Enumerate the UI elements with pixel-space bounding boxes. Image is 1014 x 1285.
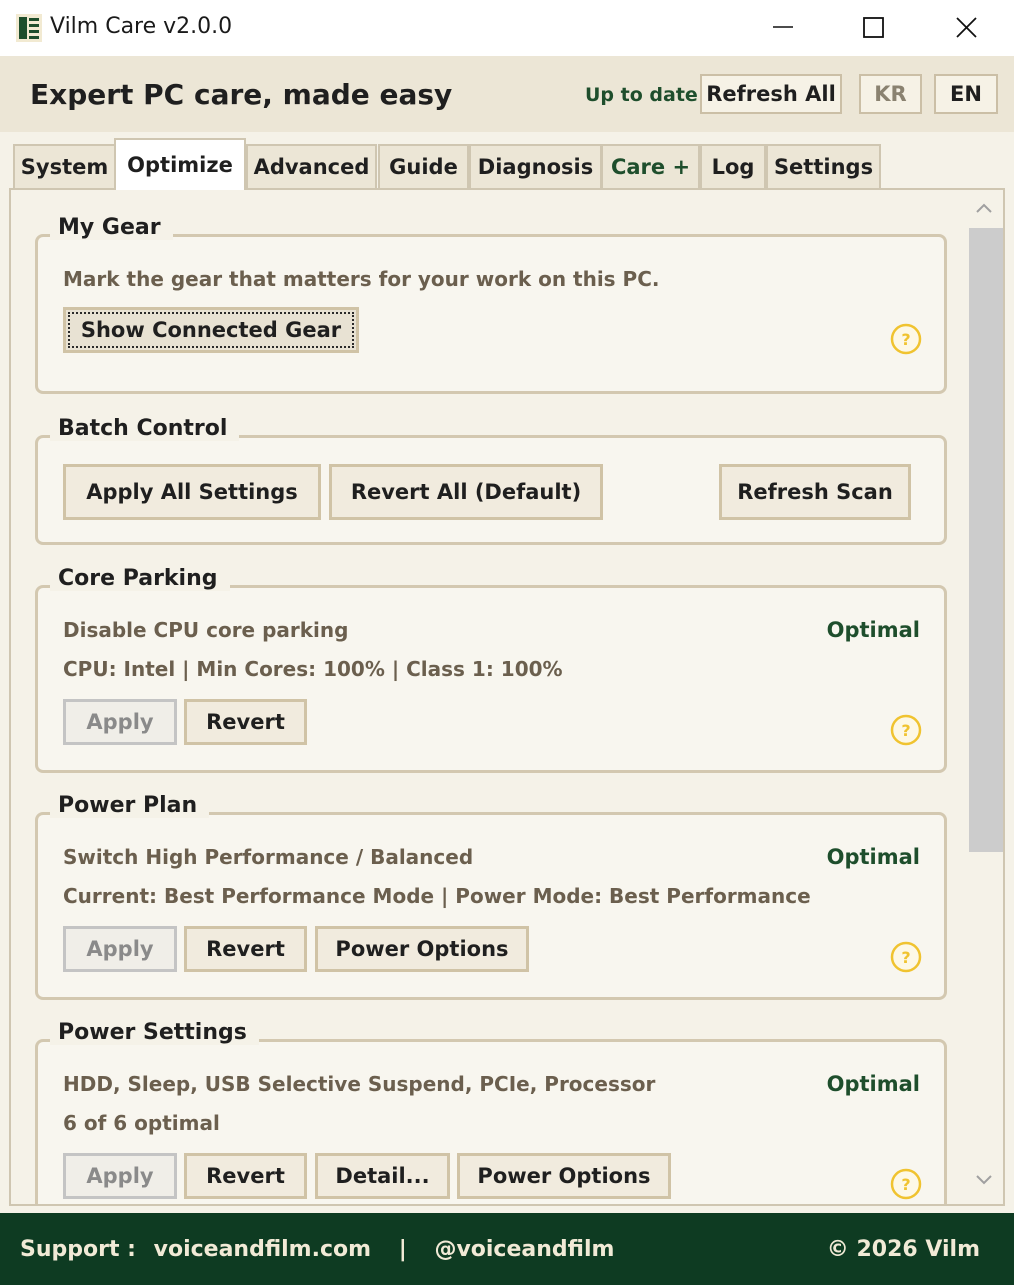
support-label: Support :: [20, 1237, 136, 1262]
show-connected-gear-button[interactable]: Show Connected Gear: [63, 307, 359, 353]
footer-separator: |: [398, 1237, 407, 1262]
scrollbar-thumb[interactable]: [969, 228, 1003, 852]
maximize-icon[interactable]: [854, 10, 894, 46]
apply-button[interactable]: Apply: [63, 926, 177, 972]
core-parking-detail: CPU: Intel | Min Cores: 100% | Class 1: …: [63, 657, 563, 681]
power-settings-description: HDD, Sleep, USB Selective Suspend, PCIe,…: [63, 1072, 656, 1096]
status-badge: Optimal: [826, 1072, 920, 1096]
tab-settings[interactable]: Settings: [766, 144, 881, 188]
revert-button[interactable]: Revert: [184, 926, 307, 972]
tab-log[interactable]: Log: [700, 144, 766, 188]
my-gear-description: Mark the gear that matters for your work…: [63, 267, 660, 291]
lang-en-button[interactable]: EN: [934, 74, 998, 114]
svg-text:?: ?: [901, 330, 910, 349]
minimize-icon[interactable]: [763, 10, 803, 46]
power-settings-group: Power Settings HDD, Sleep, USB Selective…: [35, 1020, 947, 1204]
tab-diagnosis[interactable]: Diagnosis: [469, 144, 602, 188]
core-parking-group: Core Parking Disable CPU core parking Op…: [35, 566, 947, 773]
group-title: Power Settings: [50, 1020, 259, 1045]
group-title: My Gear: [50, 215, 173, 240]
support-info: Support : voiceandfilm.com | @voiceandfi…: [20, 1237, 614, 1262]
header-bar: Expert PC care, made easy Up to date Ref…: [0, 56, 1014, 132]
close-icon[interactable]: [946, 10, 986, 46]
apply-button[interactable]: Apply: [63, 699, 177, 745]
svg-text:?: ?: [901, 721, 910, 740]
tagline: Expert PC care, made easy: [30, 78, 453, 111]
status-badge: Optimal: [826, 845, 920, 869]
power-plan-group: Power Plan Switch High Performance / Bal…: [35, 793, 947, 1000]
status-badge: Optimal: [826, 618, 920, 642]
help-icon[interactable]: ?: [890, 941, 922, 973]
refresh-scan-button[interactable]: Refresh Scan: [719, 464, 911, 520]
tab-guide[interactable]: Guide: [378, 144, 469, 188]
tab-advanced[interactable]: Advanced: [246, 144, 377, 188]
apply-all-settings-button[interactable]: Apply All Settings: [63, 464, 321, 520]
group-title: Power Plan: [50, 793, 210, 818]
help-icon[interactable]: ?: [890, 323, 922, 355]
website-link[interactable]: voiceandfilm.com: [154, 1237, 371, 1262]
help-icon[interactable]: ?: [890, 714, 922, 746]
chevron-up-icon[interactable]: [973, 200, 995, 216]
svg-text:?: ?: [901, 1175, 910, 1194]
update-status: Up to date: [585, 84, 698, 106]
apply-button[interactable]: Apply: [63, 1153, 177, 1199]
chevron-down-icon[interactable]: [973, 1172, 995, 1188]
detail-button[interactable]: Detail...: [315, 1153, 450, 1199]
power-plan-detail: Current: Best Performance Mode | Power M…: [63, 884, 811, 908]
vilm-logo-icon: [16, 14, 42, 42]
vertical-scrollbar[interactable]: [965, 190, 1003, 1204]
optimize-panel: My Gear Mark the gear that matters for y…: [9, 188, 1005, 1206]
tab-optimize[interactable]: Optimize: [114, 138, 246, 190]
my-gear-group: My Gear Mark the gear that matters for y…: [35, 215, 947, 394]
power-options-button[interactable]: Power Options: [457, 1153, 671, 1199]
power-options-button[interactable]: Power Options: [315, 926, 529, 972]
revert-button[interactable]: Revert: [184, 1153, 307, 1199]
lang-kr-button[interactable]: KR: [859, 74, 922, 114]
refresh-all-button[interactable]: Refresh All: [700, 74, 842, 114]
tab-care-plus[interactable]: Care +: [601, 144, 700, 188]
copyright: © 2026 Vilm: [826, 1237, 980, 1262]
revert-all-button[interactable]: Revert All (Default): [329, 464, 603, 520]
footer-bar: Support : voiceandfilm.com | @voiceandfi…: [0, 1213, 1014, 1285]
window-title: Vilm Care v2.0.0: [50, 14, 233, 39]
help-icon[interactable]: ?: [890, 1168, 922, 1200]
power-settings-detail: 6 of 6 optimal: [63, 1111, 220, 1135]
power-plan-description: Switch High Performance / Balanced: [63, 845, 474, 869]
svg-text:?: ?: [901, 948, 910, 967]
core-parking-description: Disable CPU core parking: [63, 618, 349, 642]
title-bar: Vilm Care v2.0.0: [0, 0, 1014, 56]
social-handle-link[interactable]: @voiceandfilm: [434, 1237, 614, 1262]
group-title: Batch Control: [50, 416, 240, 441]
batch-control-group: Batch Control Apply All Settings Revert …: [35, 416, 947, 545]
revert-button[interactable]: Revert: [184, 699, 307, 745]
group-title: Core Parking: [50, 566, 230, 591]
tab-system[interactable]: System: [13, 144, 116, 188]
